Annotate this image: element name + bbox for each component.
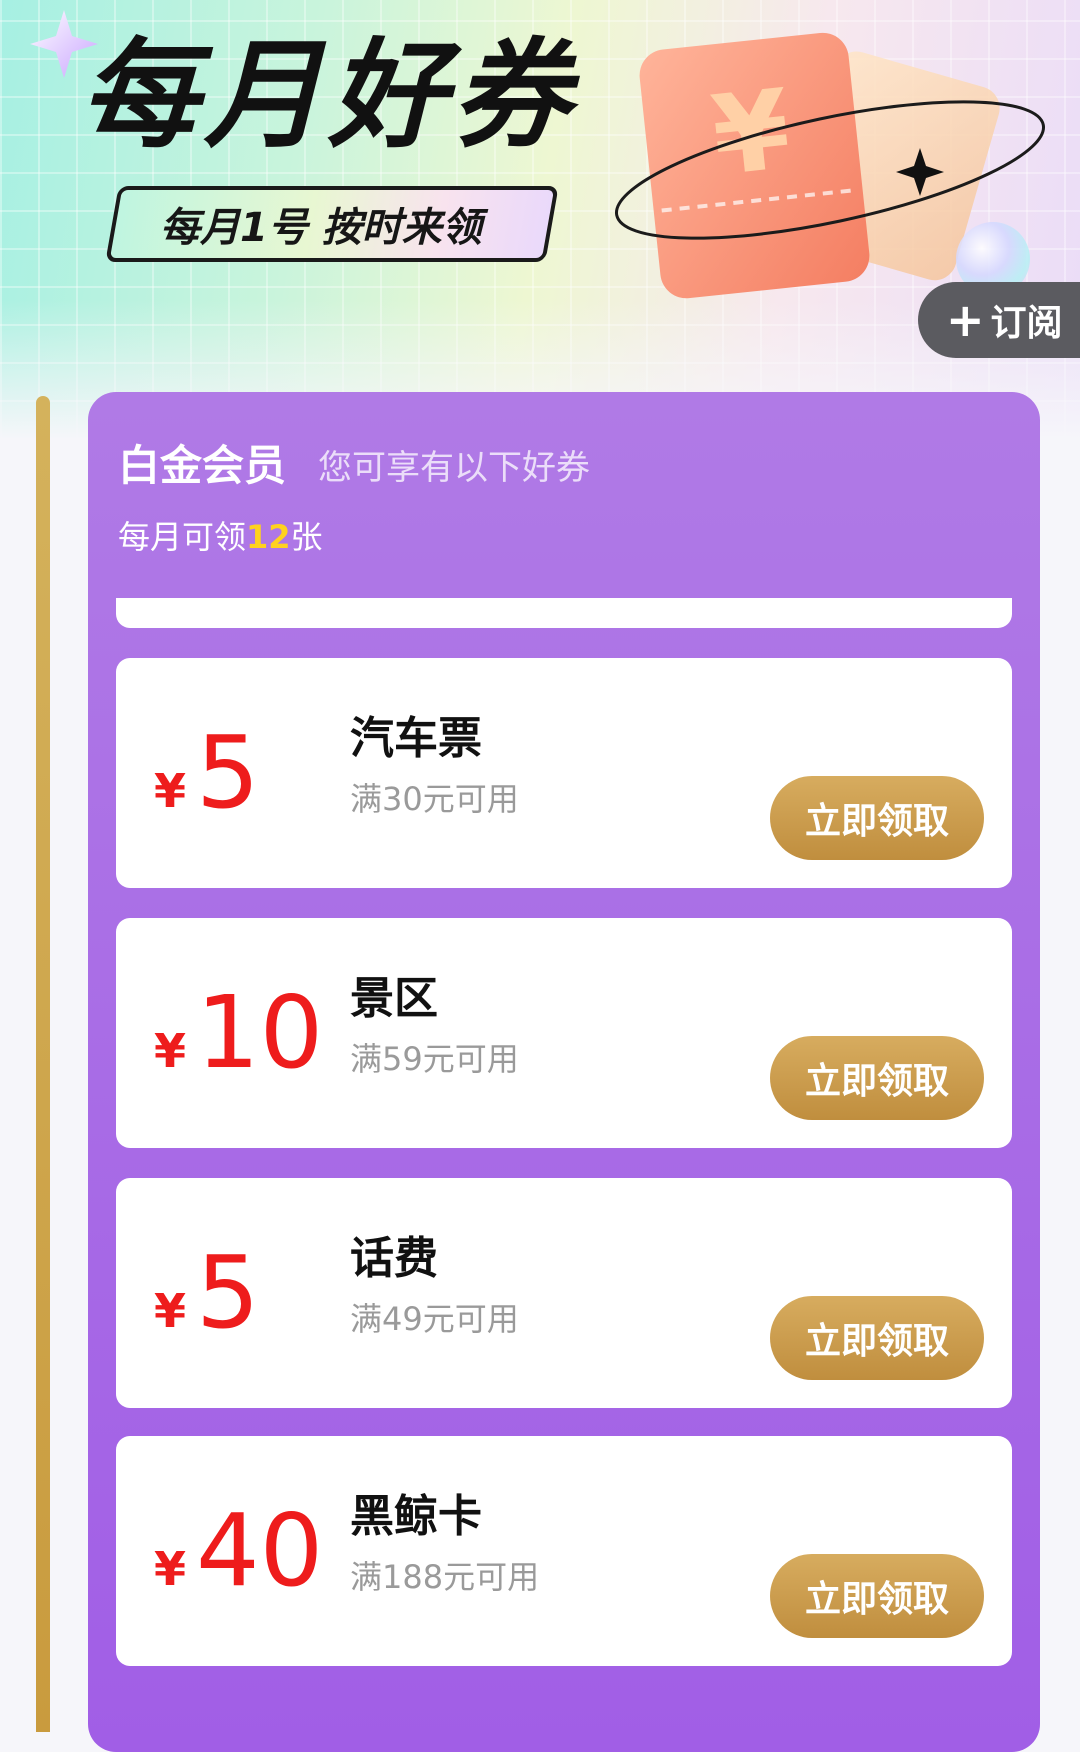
currency-symbol: ¥ <box>154 1542 187 1596</box>
coupon-amount: ¥ 40 <box>154 1436 323 1666</box>
coupon-list-top-edge <box>116 598 1012 628</box>
coupon-card: ¥ 10 景区 满59元可用 立即领取 <box>116 918 1012 1148</box>
coupon-condition: 满30元可用 <box>350 780 519 818</box>
monthly-prefix: 每月可领 <box>118 518 247 556</box>
claim-button[interactable]: 立即领取 <box>770 1554 984 1638</box>
currency-symbol: ¥ <box>154 1284 187 1338</box>
coupon-amount: ¥ 5 <box>154 658 260 888</box>
monthly-count: 12 <box>246 518 291 556</box>
coupon-value: 5 <box>196 714 260 831</box>
claim-button[interactable]: 立即领取 <box>770 1296 984 1380</box>
claim-button[interactable]: 立即领取 <box>770 1036 984 1120</box>
subscribe-label: 订阅 <box>990 303 1063 344</box>
coupon-amount: ¥ 10 <box>154 918 323 1148</box>
currency-symbol: ¥ <box>154 764 187 818</box>
coupon-name: 景区 <box>350 973 438 1024</box>
tier-name: 白金会员 <box>118 441 287 490</box>
coupon-value: 5 <box>196 1234 260 1351</box>
coupon-condition: 满59元可用 <box>350 1040 519 1078</box>
subscribe-button[interactable]: + 订阅 <box>918 282 1080 358</box>
coupon-value: 40 <box>196 1492 324 1609</box>
monthly-quota: 每月可领12张 <box>118 512 323 558</box>
coupon-amount: ¥ 5 <box>154 1178 260 1408</box>
slogan-text: 每月1号 按时来领 <box>160 205 482 251</box>
coupon-card: ¥ 5 汽车票 满30元可用 立即领取 <box>116 658 1012 888</box>
plus-icon: + <box>946 293 985 347</box>
coupon-name: 黑鲸卡 <box>350 1491 482 1542</box>
monthly-suffix: 张 <box>290 518 323 556</box>
coupon-name: 汽车票 <box>350 713 482 764</box>
ticket-yen-mark: ¥ <box>706 65 796 200</box>
coupon-condition: 满49元可用 <box>350 1300 519 1338</box>
coupon-card: ¥ 5 话费 满49元可用 立即领取 <box>116 1178 1012 1408</box>
coupon-name: 话费 <box>350 1233 438 1284</box>
claim-button[interactable]: 立即领取 <box>770 776 984 860</box>
coupon-value: 10 <box>196 974 324 1091</box>
coupon-card: ¥ 40 黑鲸卡 满188元可用 立即领取 <box>116 1436 1012 1666</box>
side-accent-bar <box>36 396 50 1732</box>
currency-symbol: ¥ <box>154 1024 187 1078</box>
coupon-condition: 满188元可用 <box>350 1558 540 1596</box>
page-title: 每月好券 <box>80 26 577 164</box>
tier-description: 您可享有以下好券 <box>318 448 590 488</box>
